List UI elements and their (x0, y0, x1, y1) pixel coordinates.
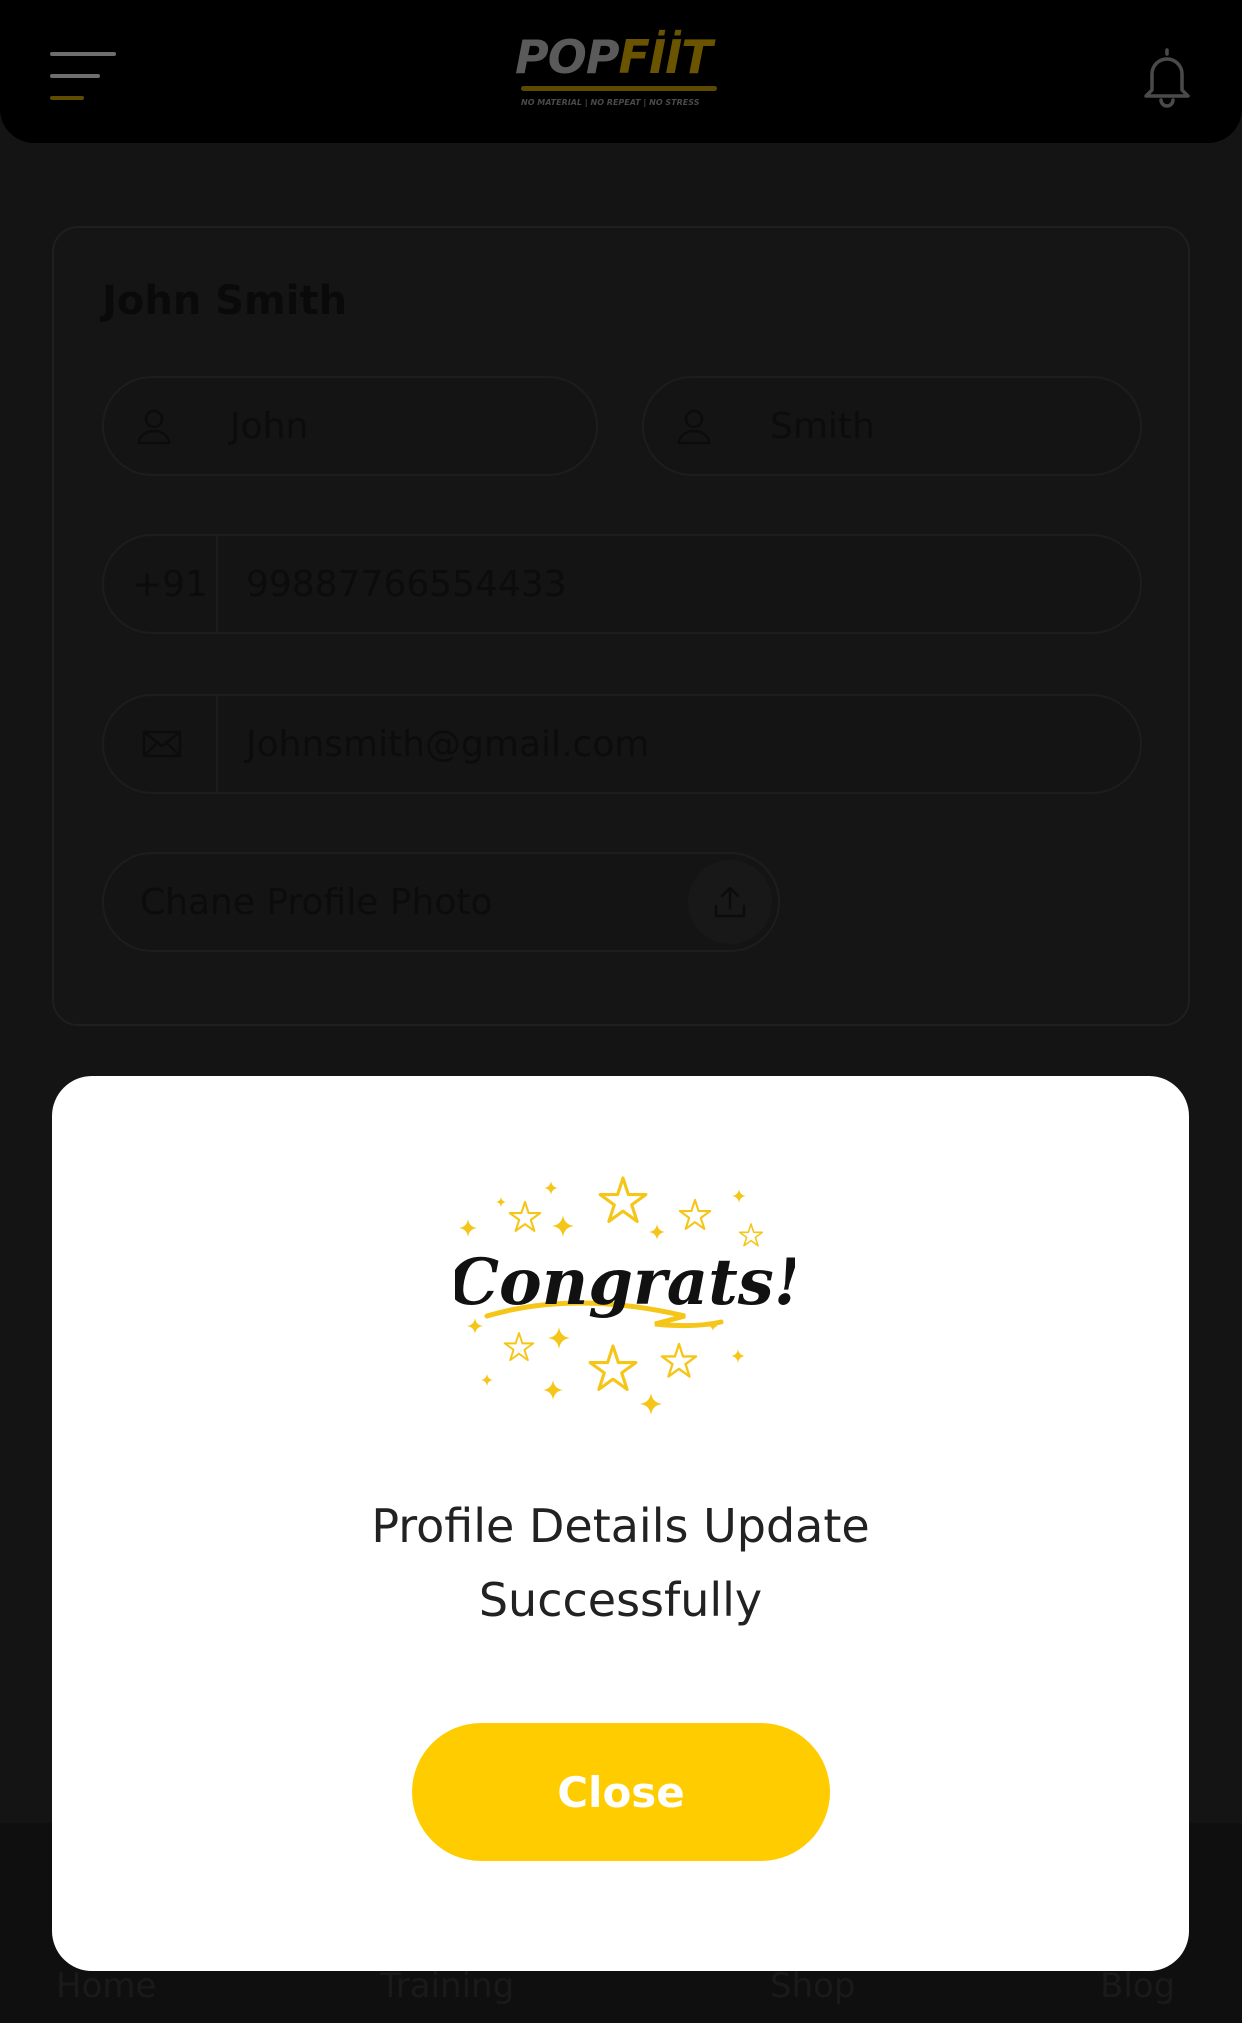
brand-logo: POPFİİT NO MATERIAL | NO REPEAT | NO STR… (515, 26, 725, 116)
phone-value: 99887766554433 (246, 564, 567, 605)
profile-screen: POPFİİT NO MATERIAL | NO REPEAT | NO STR… (0, 0, 1242, 2023)
email-value: Johnsmith@gmail.com (246, 724, 650, 765)
nav-training[interactable]: Training (380, 1966, 514, 2006)
phone-field[interactable]: +91 99887766554433 (102, 534, 1142, 634)
profile-name: John Smith (102, 278, 348, 324)
nav-blog[interactable]: Blog (1100, 1966, 1175, 2006)
success-modal: Congrats! Profile Details Update Success… (52, 1076, 1189, 1971)
congrats-art-text: Congrats! (455, 1245, 795, 1320)
email-field[interactable]: Johnsmith@gmail.com (102, 694, 1142, 794)
change-photo-label: Chane Profile Photo (140, 882, 493, 923)
success-message: Profile Details Update Successfully (371, 1499, 870, 1627)
last-name-value: Smith (770, 406, 875, 447)
upload-button[interactable] (688, 860, 772, 944)
country-code[interactable]: +91 (132, 564, 208, 605)
bell-icon[interactable] (1140, 46, 1194, 108)
nav-shop[interactable]: Shop (770, 1966, 856, 2006)
upload-icon (714, 886, 746, 918)
change-photo-field[interactable]: Chane Profile Photo (102, 852, 780, 952)
hamburger-icon[interactable] (50, 52, 116, 100)
close-button[interactable]: Close (412, 1723, 830, 1861)
nav-home[interactable]: Home (56, 1966, 156, 2006)
user-icon (137, 409, 171, 445)
first-name-field[interactable]: John (102, 376, 598, 476)
profile-card: John Smith John Smith +91 99887766554433 (52, 226, 1190, 1026)
app-header: POPFİİT NO MATERIAL | NO REPEAT | NO STR… (0, 0, 1242, 143)
last-name-field[interactable]: Smith (642, 376, 1142, 476)
mail-icon (142, 730, 182, 758)
first-name-value: John (230, 406, 309, 447)
congrats-illustration: Congrats! (455, 1176, 795, 1415)
user-icon (677, 409, 711, 445)
